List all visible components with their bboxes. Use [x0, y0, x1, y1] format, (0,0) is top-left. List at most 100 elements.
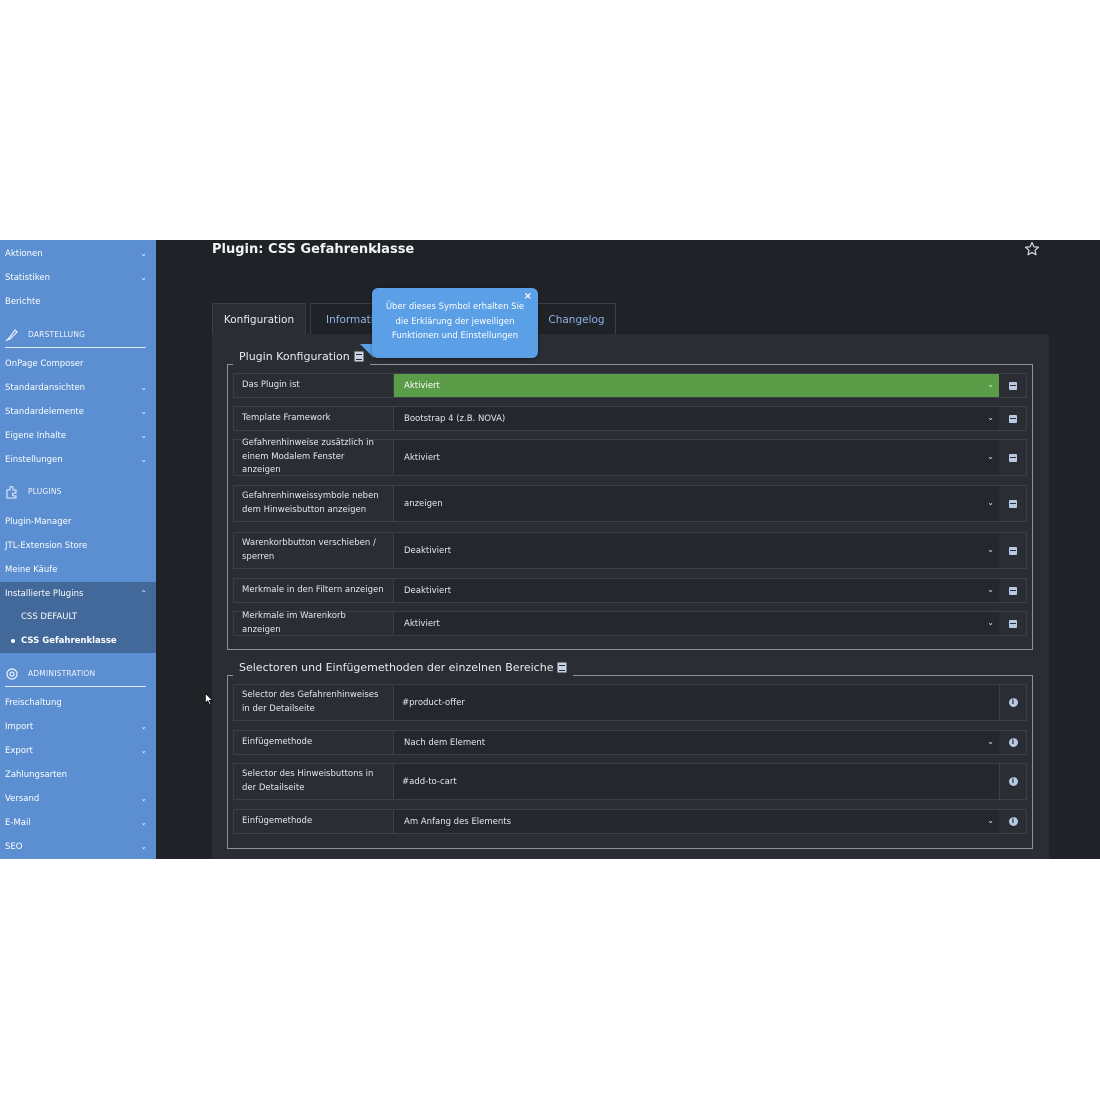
- info-icon: i: [1008, 698, 1018, 707]
- cart-button-select[interactable]: Deaktiviert ⌄: [394, 533, 999, 568]
- setting-label: Das Plugin ist: [234, 374, 394, 397]
- help-button[interactable]: [1000, 486, 1026, 521]
- sidebar-item-extension-store[interactable]: JTL-Extension Store: [0, 534, 156, 558]
- sidebar-item-statistiken[interactable]: Statistiken ⌄: [0, 266, 156, 290]
- sidebar-item-label: E-Mail: [5, 818, 31, 828]
- info-button[interactable]: i: [1000, 731, 1026, 754]
- sidebar-item-label: SEO: [5, 842, 23, 852]
- chevron-down-icon: ⌄: [987, 584, 994, 594]
- sidebar-item-label: Aktionen: [5, 249, 43, 259]
- sidebar-item-installierte-plugins[interactable]: Installierte Plugins ⌃: [0, 582, 156, 606]
- chevron-down-icon: ⌄: [987, 544, 994, 554]
- book-icon: [1009, 381, 1017, 390]
- legend-text: Selectoren und Einfügemethoden der einze…: [239, 661, 554, 674]
- sidebar-item-aktionen[interactable]: Aktionen ⌄: [0, 242, 156, 266]
- section-administration: ADMINISTRATION: [0, 661, 156, 687]
- sidebar-item-label: Standardansichten: [5, 383, 86, 393]
- chevron-down-icon: ⌄: [987, 736, 994, 746]
- brush-icon: [5, 329, 18, 342]
- cart-features-select[interactable]: Aktiviert ⌄: [394, 612, 999, 635]
- setting-label: Warenkorbbutton verschieben / sperren: [234, 533, 394, 568]
- sidebar-item-onpage-composer[interactable]: OnPage Composer: [0, 352, 156, 376]
- setting-label: Selector des Hinweisbuttons in der Detai…: [234, 764, 394, 799]
- page-title: Plugin: CSS Gefahrenklasse: [212, 242, 415, 257]
- tab-changelog[interactable]: Changelog: [537, 303, 616, 335]
- sidebar-item-plugin-manager[interactable]: Plugin-Manager: [0, 510, 156, 534]
- section-darstellung: DARSTELLUNG: [0, 322, 156, 348]
- sidebar-item-email[interactable]: E-Mail ⌄: [0, 811, 156, 835]
- puzzle-icon: [6, 486, 17, 499]
- hint-symbols-select[interactable]: anzeigen ⌄: [394, 486, 999, 521]
- tab-konfiguration[interactable]: Konfiguration: [212, 303, 306, 335]
- sidebar-item-seo[interactable]: SEO ⌄: [0, 835, 156, 859]
- close-icon[interactable]: ×: [524, 290, 532, 305]
- sidebar-item-standardansichten[interactable]: Standardansichten ⌄: [0, 376, 156, 400]
- select-value: Aktiviert: [404, 380, 440, 391]
- sidebar-item-einstellungen[interactable]: Einstellungen ⌄: [0, 448, 156, 472]
- section-title: PLUGINS: [28, 487, 62, 496]
- chevron-up-icon: ⌃: [140, 589, 147, 598]
- help-button[interactable]: [1000, 612, 1026, 635]
- insert-method-select[interactable]: Am Anfang des Elements ⌄: [394, 810, 999, 833]
- tooltip-text: Über dieses Symbol erhalten Sie die Erkl…: [385, 302, 525, 341]
- setting-label: Einfügemethode: [234, 731, 394, 754]
- chevron-down-icon: ⌄: [987, 451, 994, 461]
- sidebar-item-freischaltung[interactable]: Freischaltung: [0, 691, 156, 715]
- sidebar-subitem-label: CSS Gefahrenklasse: [21, 636, 117, 646]
- sidebar-item-meine-kaeufe[interactable]: Meine Käufe: [0, 558, 156, 582]
- legend-plugin-konfiguration: Plugin Konfiguration: [233, 349, 370, 365]
- help-button[interactable]: [1000, 440, 1026, 475]
- info-icon: i: [1008, 777, 1018, 786]
- input-value: #product-offer: [402, 697, 465, 708]
- section-title: DARSTELLUNG: [28, 330, 86, 339]
- star-icon[interactable]: [1024, 241, 1040, 257]
- sidebar-item-label: Import: [5, 722, 34, 732]
- chevron-down-icon: ⌄: [140, 431, 147, 440]
- info-button[interactable]: i: [1000, 764, 1026, 799]
- setting-label: Merkmale im Warenkorb anzeigen: [234, 611, 394, 635]
- sidebar-subitem-css-gefahrenklasse[interactable]: CSS Gefahrenklasse: [0, 629, 156, 653]
- sidebar-item-versand[interactable]: Versand ⌄: [0, 787, 156, 811]
- info-icon: i: [1008, 817, 1018, 826]
- selector-hint-input[interactable]: #product-offer: [394, 685, 1000, 720]
- help-button[interactable]: [1000, 374, 1026, 397]
- select-value: Am Anfang des Elements: [404, 816, 512, 827]
- select-value: Aktiviert: [404, 452, 440, 463]
- sidebar-subitem-css-default[interactable]: CSS DEFAULT: [0, 605, 156, 629]
- book-icon[interactable]: [557, 662, 567, 673]
- chevron-down-icon: ⌄: [987, 412, 994, 422]
- help-button[interactable]: [1000, 533, 1026, 568]
- chevron-down-icon: ⌄: [987, 617, 994, 627]
- sidebar-item-label: Plugin-Manager: [5, 517, 72, 527]
- sidebar-item-label: OnPage Composer: [5, 359, 84, 369]
- sidebar-item-zahlungsarten[interactable]: Zahlungsarten: [0, 763, 156, 787]
- sidebar-item-label: Export: [5, 746, 33, 756]
- sidebar-item-import[interactable]: Import ⌄: [0, 715, 156, 739]
- setting-row: Warenkorbbutton verschieben / sperren De…: [233, 532, 1027, 569]
- help-button[interactable]: [1000, 407, 1026, 430]
- setting-row: Einfügemethode Nach dem Element ⌄ i: [233, 730, 1027, 755]
- sidebar-item-eigene-inhalte[interactable]: Eigene Inhalte ⌄: [0, 424, 156, 448]
- sidebar-item-berichte[interactable]: Berichte: [0, 290, 156, 314]
- filter-features-select[interactable]: Deaktiviert ⌄: [394, 579, 999, 602]
- info-button[interactable]: i: [1000, 685, 1026, 720]
- book-icon: [1009, 546, 1017, 555]
- setting-row: Einfügemethode Am Anfang des Elements ⌄ i: [233, 809, 1027, 834]
- setting-row: Das Plugin ist Aktiviert ⌄: [233, 373, 1027, 398]
- sidebar-item-standardelemente[interactable]: Standardelemente ⌄: [0, 400, 156, 424]
- info-button[interactable]: i: [1000, 810, 1026, 833]
- modal-hints-select[interactable]: Aktiviert ⌄: [394, 440, 999, 475]
- setting-row: Template Framework Bootstrap 4 (z.B. NOV…: [233, 406, 1027, 431]
- insert-method-select[interactable]: Nach dem Element ⌄: [394, 731, 999, 754]
- gear-icon: [6, 668, 18, 680]
- sidebar-item-export[interactable]: Export ⌄: [0, 739, 156, 763]
- template-framework-select[interactable]: Bootstrap 4 (z.B. NOVA) ⌄: [394, 407, 999, 430]
- plugin-status-select[interactable]: Aktiviert ⌄: [394, 374, 999, 397]
- book-icon: [1009, 453, 1017, 462]
- help-button[interactable]: [1000, 579, 1026, 602]
- chevron-down-icon[interactable]: ⌄: [372, 244, 380, 255]
- tooltip: × Über dieses Symbol erhalten Sie die Er…: [372, 288, 538, 358]
- setting-row: Gefahrenhinweissymbole neben dem Hinweis…: [233, 485, 1027, 522]
- sidebar-item-label: Berichte: [5, 297, 41, 307]
- selector-button-input[interactable]: #add-to-cart: [394, 764, 1000, 799]
